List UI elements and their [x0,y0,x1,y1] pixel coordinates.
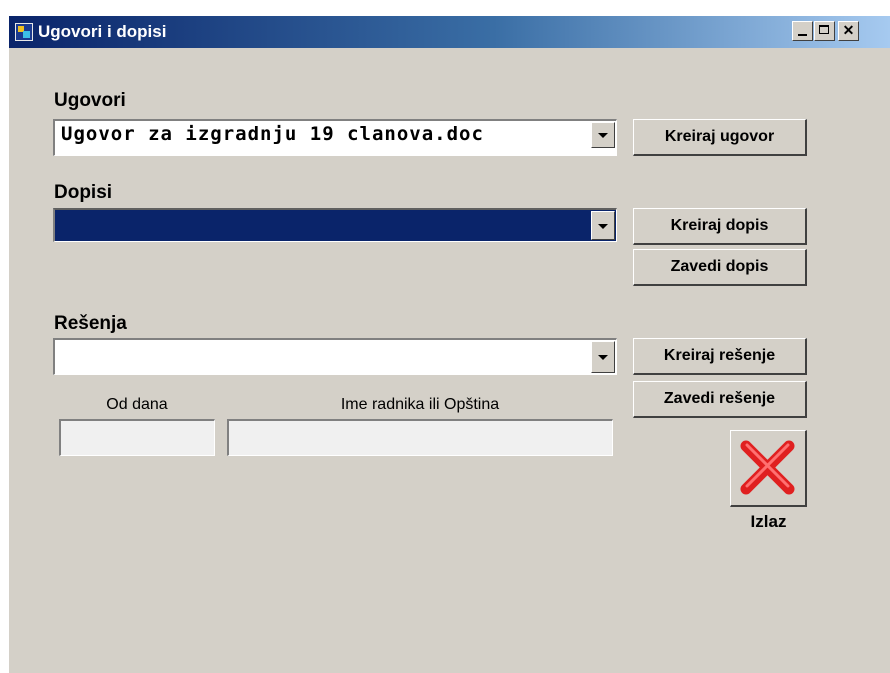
red-x-icon [740,440,795,495]
zavedi-dopis-button[interactable]: Zavedi dopis [633,249,807,286]
chevron-down-icon [598,355,608,360]
kreiraj-ugovor-button[interactable]: Kreiraj ugovor [633,119,807,156]
resenja-combobox[interactable] [53,338,617,375]
izlaz-label: Izlaz [750,512,787,531]
ugovori-selected-value: Ugovor za izgradnju 19 clanova.doc [61,123,484,145]
main-window: Ugovori i dopisi ✕ Ugovori Ugovor za izg… [9,16,890,673]
ime-radnika-label: Ime radnika ili Opština [340,396,500,413]
kreiraj-resenje-button[interactable]: Kreiraj rešenje [633,338,807,375]
ugovori-combobox[interactable]: Ugovor za izgradnju 19 clanova.doc [53,119,617,156]
close-icon: ✕ [842,22,855,38]
ugovori-dropdown-button[interactable] [591,122,615,148]
resenja-label: Rešenja [54,313,127,334]
resenja-dropdown-button[interactable] [591,341,615,373]
od-dana-label: Od dana [106,396,168,413]
izlaz-button[interactable] [730,430,807,507]
chevron-down-icon [598,223,608,229]
ugovori-label: Ugovori [54,90,126,111]
od-dana-field[interactable] [59,419,215,456]
dopisi-dropdown-button[interactable] [591,211,615,240]
app-icon [15,23,33,41]
maximize-button[interactable] [814,21,835,41]
close-button[interactable]: ✕ [838,21,859,41]
zavedi-resenje-button[interactable]: Zavedi rešenje [633,381,807,418]
ime-radnika-field[interactable] [227,419,613,456]
window-title: Ugovori i dopisi [38,22,167,41]
title-bar[interactable]: Ugovori i dopisi ✕ [9,16,890,48]
kreiraj-dopis-button[interactable]: Kreiraj dopis [633,208,807,245]
chevron-down-icon [598,133,608,138]
dopisi-combobox[interactable] [53,208,617,242]
dopisi-label: Dopisi [54,182,113,203]
minimize-button[interactable] [792,21,813,41]
